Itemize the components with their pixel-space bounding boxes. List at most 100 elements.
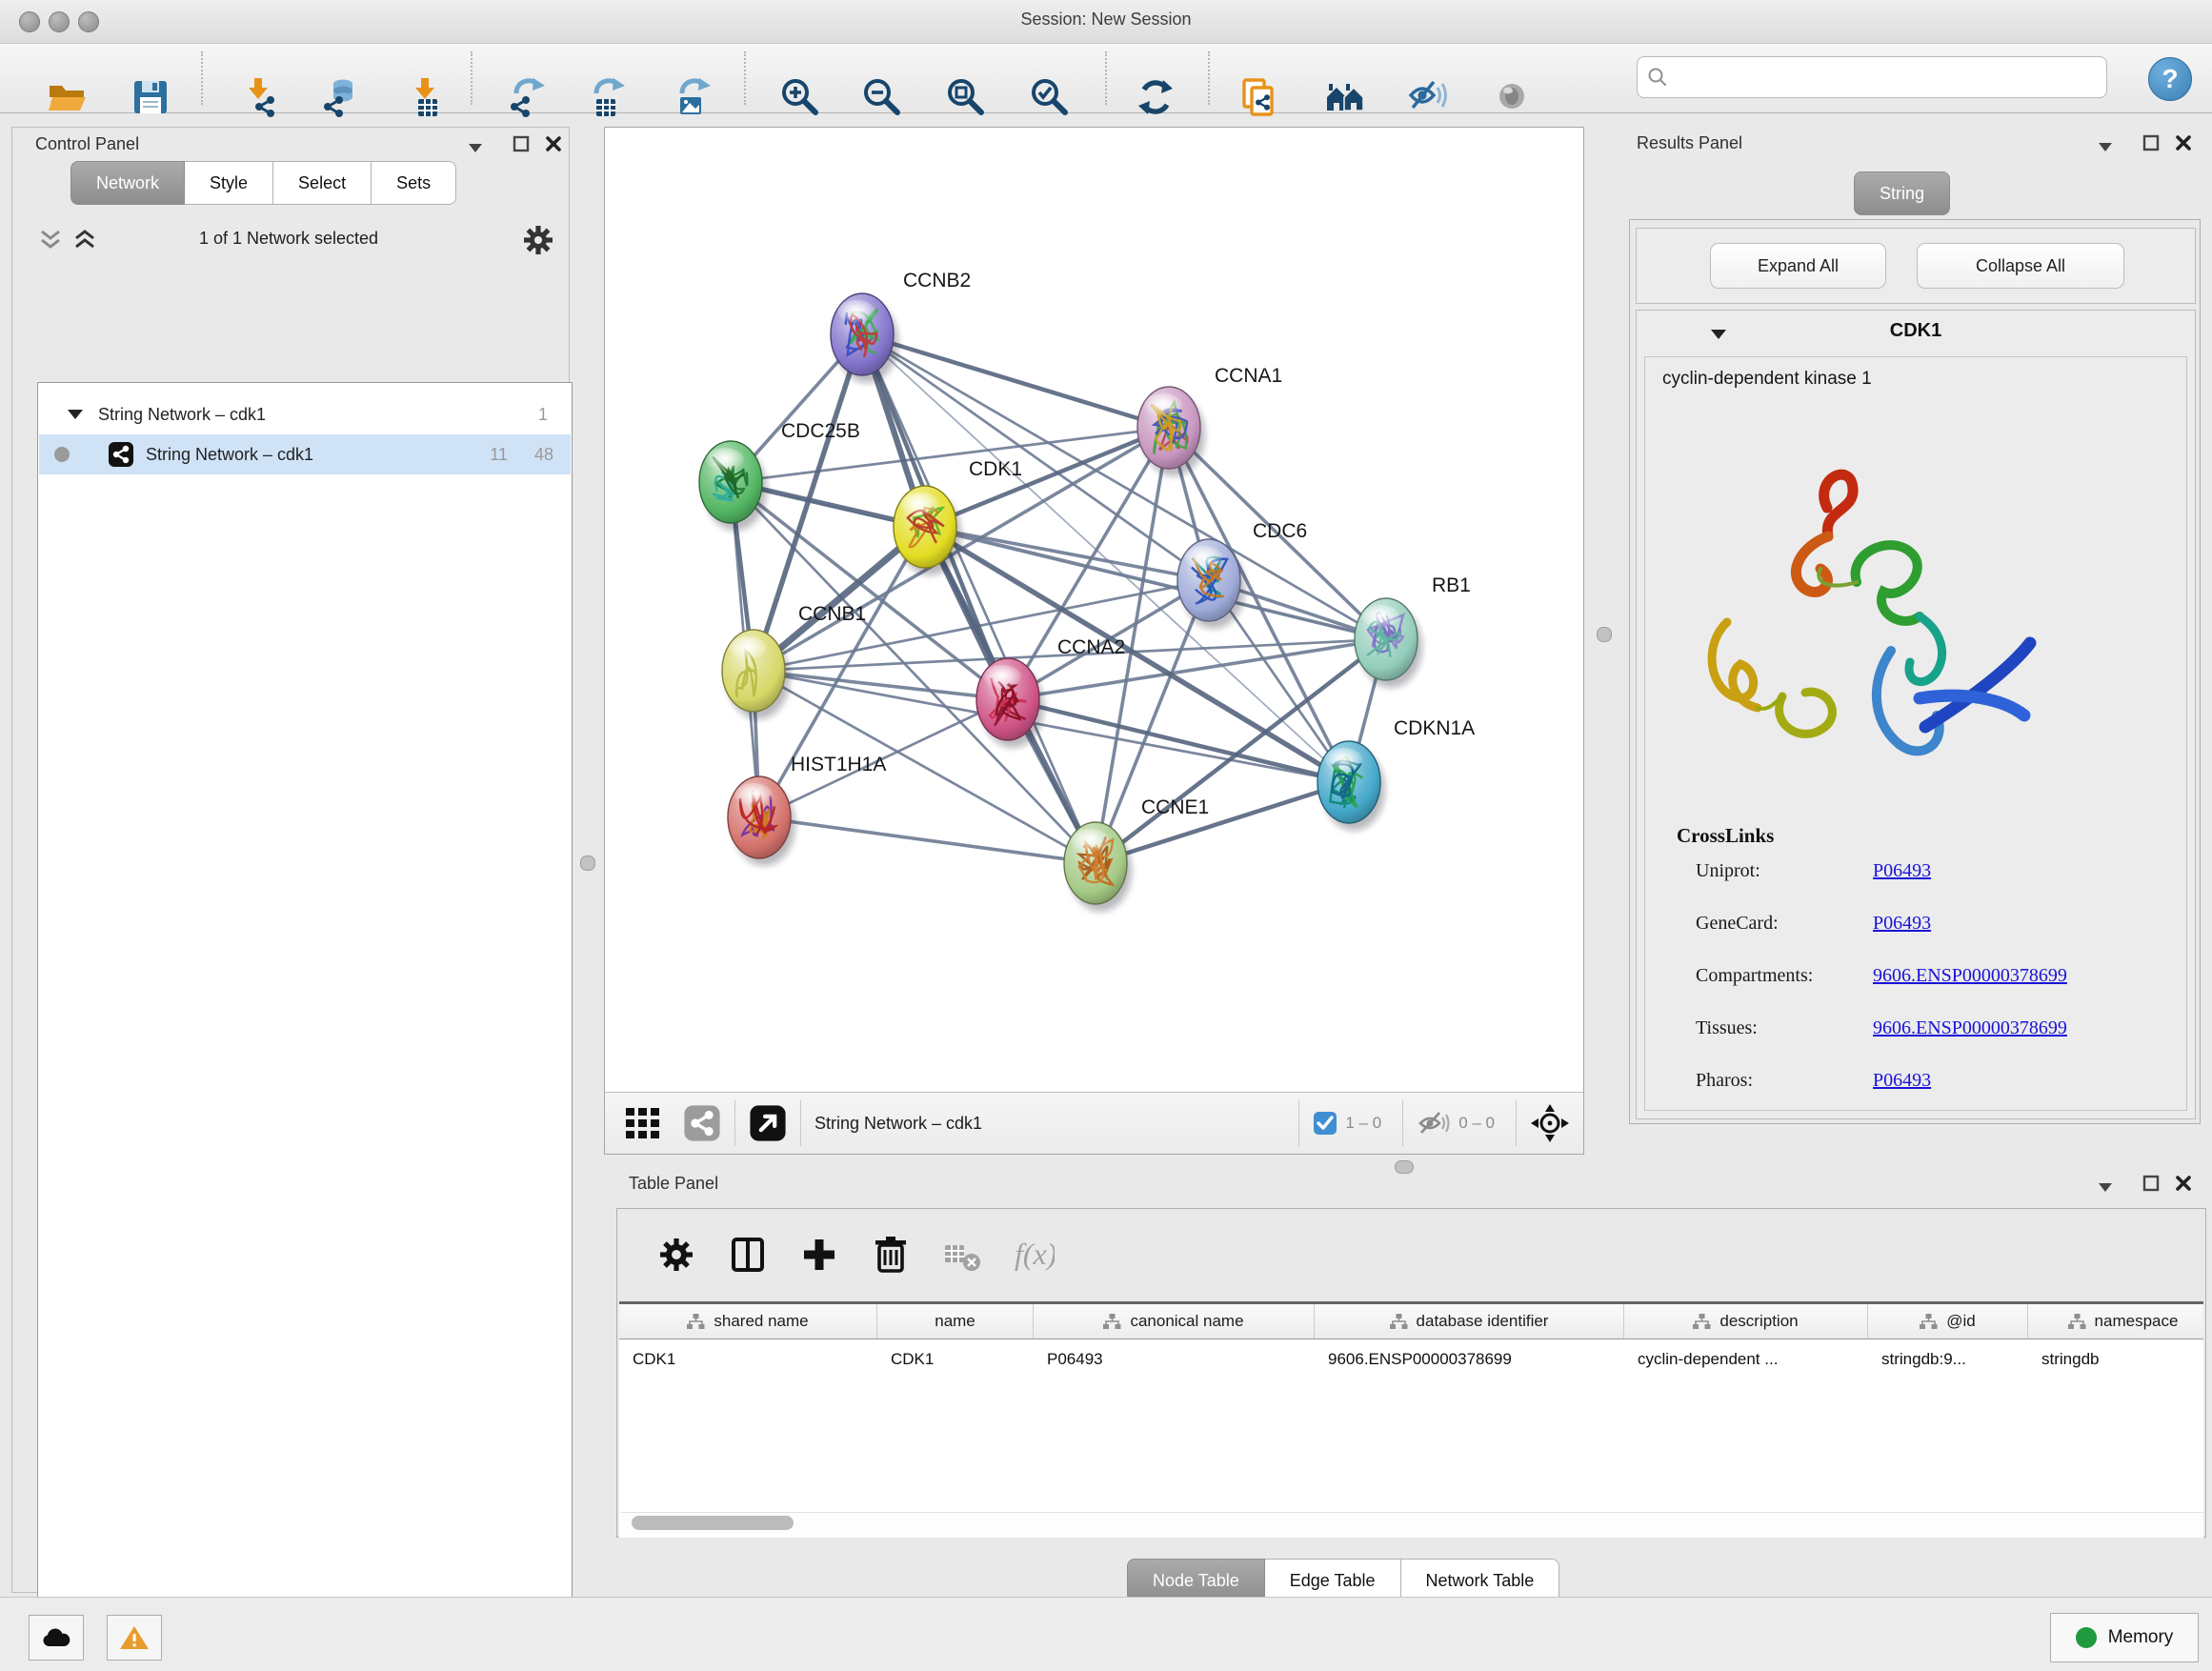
collapse-panel-icon[interactable] [468,142,483,153]
hide-selected-button[interactable] [1403,72,1453,122]
show-all-button[interactable] [1487,72,1537,122]
tab-select[interactable]: Select [273,161,372,205]
table-hscrollbar[interactable] [621,1512,2203,1534]
birdseye-view-icon[interactable] [749,1104,787,1142]
crosslink-value[interactable]: P06493 [1873,860,1931,881]
bottom-splitter-handle[interactable] [1395,1160,1414,1174]
import-network-from-database-button[interactable] [314,72,364,122]
network-canvas[interactable]: CCNB2 CCNA1 CDC25B CDK1 CDC6 R [605,128,1583,1093]
edge-CCNB2-RB1[interactable] [862,334,1386,639]
cell-@id[interactable]: stringdb:9... [1868,1350,2028,1369]
function-builder-button[interactable]: f(x) [1009,1230,1058,1279]
delete-column-button[interactable] [866,1230,915,1279]
zoom-in-button[interactable] [775,72,825,122]
collapse-all-networks-icon[interactable] [37,228,64,252]
open-folder-icon [46,76,88,118]
memory-button[interactable]: Memory [2050,1613,2199,1662]
column-header-canonical-name[interactable]: canonical name [1034,1304,1315,1339]
column-header-name[interactable]: name [877,1304,1034,1339]
table-delete-icon [941,1234,983,1276]
import-network-from-file-button[interactable] [234,72,284,122]
import-table-from-file-button[interactable] [401,72,451,122]
column-header-shared-name[interactable]: shared name [619,1304,877,1339]
crosslink-value[interactable]: P06493 [1873,913,1931,934]
tab-string[interactable]: String [1854,171,1950,215]
tab-sets[interactable]: Sets [372,161,456,205]
split-panel-button[interactable] [723,1230,773,1279]
tab-network[interactable]: Network [70,161,185,205]
selected-checkbox-icon[interactable] [1313,1111,1337,1136]
search-input[interactable] [1676,67,2097,88]
export-table-button[interactable] [581,72,631,122]
apply-layout-button[interactable] [1131,72,1180,122]
column-settings-button[interactable] [652,1230,701,1279]
open-session-button[interactable] [42,72,91,122]
left-splitter-handle[interactable] [580,856,595,871]
column-header-description[interactable]: description [1624,1304,1868,1339]
column-header-@id[interactable]: @id [1868,1304,2028,1339]
close-panel-icon[interactable] [544,134,563,153]
edge-HIST1H1A-CCNE1[interactable] [759,817,1096,863]
clone-network-button[interactable] [1235,72,1284,122]
edge-CCNA2-CDKN1A[interactable] [1008,699,1349,782]
export-image-button[interactable] [667,72,716,122]
cell-canonical-name[interactable]: P06493 [1034,1350,1315,1369]
right-splitter-handle[interactable] [1597,627,1612,642]
zoom-out-button[interactable] [857,72,907,122]
column-namespace-icon [1390,1314,1408,1330]
save-session-button[interactable] [126,72,175,122]
edge-CDKN1A-CCNE1[interactable] [1096,782,1349,863]
node-CCNB2[interactable]: CCNB2 [831,270,971,383]
cell-name[interactable]: CDK1 [877,1350,1034,1369]
node-CCNA1[interactable]: CCNA1 [1137,365,1282,476]
results-float-icon[interactable] [2142,133,2161,152]
hscroll-thumb[interactable] [632,1516,794,1530]
edge-CCNB2-CCNA1[interactable] [862,334,1169,428]
cloud-button[interactable] [29,1615,84,1661]
zoom-selected-button[interactable] [1025,72,1075,122]
import-database-icon [318,76,360,118]
cell-shared-name[interactable]: CDK1 [619,1350,877,1369]
cell-namespace[interactable]: stringdb [2028,1350,2203,1369]
network-options-gear-icon[interactable] [521,223,555,257]
search-box[interactable] [1637,56,2107,98]
export-network-button[interactable] [501,72,551,122]
node-CCNE1[interactable]: CCNE1 [1064,796,1209,912]
table-collapse-icon[interactable] [2098,1181,2113,1193]
column-header-database-identifier[interactable]: database identifier [1315,1304,1624,1339]
crosslink-value[interactable]: 9606.ENSP00000378699 [1873,965,2067,986]
float-panel-icon[interactable] [512,134,531,153]
expand-all-button[interactable]: Expand All [1710,243,1886,289]
table-float-icon[interactable] [2142,1174,2161,1193]
cell-description[interactable]: cyclin-dependent ... [1624,1350,1868,1369]
warnings-button[interactable] [107,1615,162,1661]
results-close-icon[interactable] [2174,133,2193,152]
column-header-namespace[interactable]: namespace [2028,1304,2203,1339]
results-collapse-icon[interactable] [2098,141,2113,152]
network-share-gray-icon[interactable] [683,1104,721,1142]
crosslink-value[interactable]: 9606.ENSP00000378699 [1873,1017,2067,1038]
table-row[interactable]: CDK1CDK1P064939606.ENSP00000378699cyclin… [619,1339,2203,1379]
crosslink-value[interactable]: P06493 [1873,1070,1931,1091]
grid-mode-icon[interactable] [622,1104,666,1142]
collapse-all-button[interactable]: Collapse All [1917,243,2124,289]
tab-style[interactable]: Style [185,161,273,205]
help-button[interactable]: ? [2148,57,2192,101]
node-CDK1[interactable]: CDK1 [894,458,1022,575]
hidden-eye-icon[interactable] [1417,1109,1451,1137]
node-CDKN1A[interactable]: CDKN1A [1317,717,1475,831]
network-collection-row[interactable]: String Network – cdk1 1 [39,394,571,434]
delete-table-button[interactable] [937,1230,987,1279]
expand-all-networks-icon[interactable] [71,228,98,252]
fit-selected-crosshair-icon[interactable] [1530,1103,1570,1143]
table-close-icon[interactable] [2174,1174,2193,1193]
node-HIST1H1A[interactable]: HIST1H1A [728,754,886,866]
network-row-selected[interactable]: String Network – cdk1 11 48 [39,434,571,474]
edge-CCNB2-CCNE1[interactable] [862,334,1096,863]
collection-expander-icon[interactable] [66,408,85,421]
zoom-fit-button[interactable] [941,72,991,122]
add-column-button[interactable] [794,1230,844,1279]
cell-database-identifier[interactable]: 9606.ENSP00000378699 [1315,1350,1624,1369]
network-overview-button[interactable] [1320,72,1370,122]
node-RB1[interactable]: RB1 [1355,574,1471,688]
